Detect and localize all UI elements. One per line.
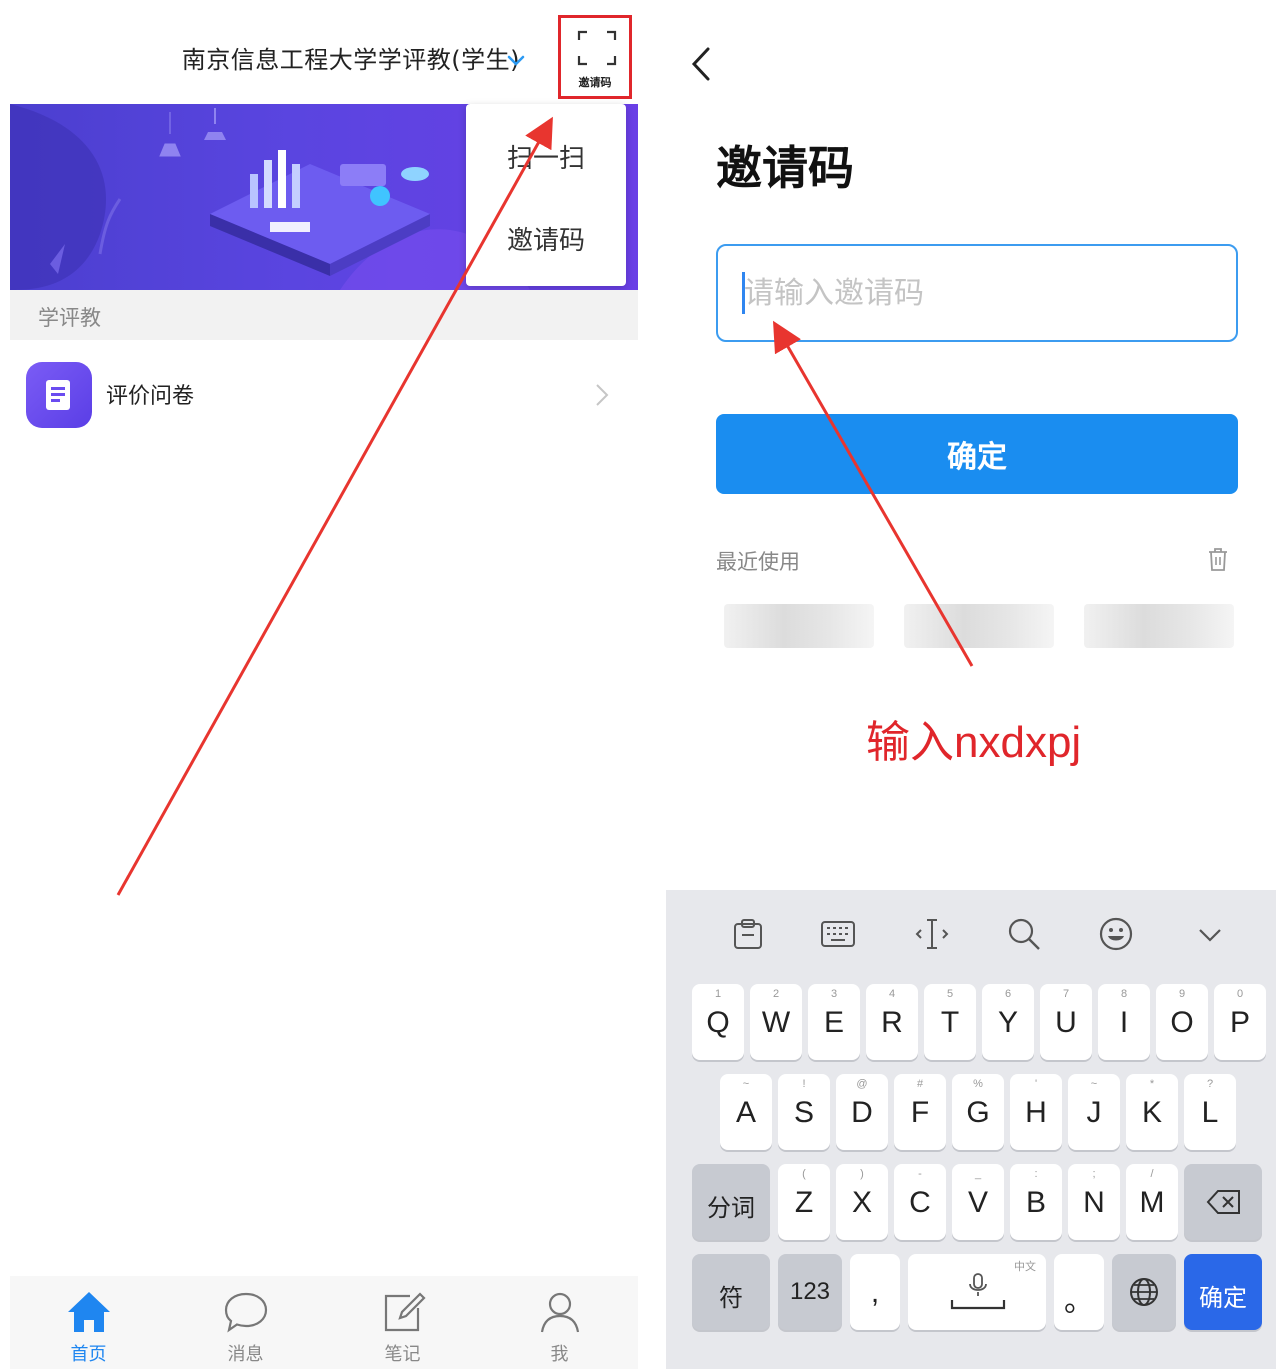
- home-icon: [68, 1292, 110, 1332]
- list-item[interactable]: [10, 340, 638, 446]
- chevron-down-icon[interactable]: [504, 48, 528, 72]
- recent-used-label: 最近使用: [716, 550, 800, 574]
- section-label: 学评教: [38, 306, 101, 330]
- recent-code-chip[interactable]: [1084, 604, 1234, 648]
- key-h[interactable]: ' H: [1010, 1074, 1062, 1150]
- invite-code-button[interactable]: 邀请码: [558, 15, 632, 99]
- key-split[interactable]: 分词: [692, 1164, 770, 1240]
- tab-label: 我: [550, 1344, 569, 1365]
- key-g[interactable]: % G: [952, 1074, 1004, 1150]
- confirm-button[interactable]: 确定: [716, 414, 1238, 494]
- key-backspace[interactable]: [1184, 1164, 1262, 1240]
- bottom-tab-bar: 首页 消息 笔记 我: [10, 1276, 638, 1369]
- key-u[interactable]: 7U: [1040, 984, 1092, 1060]
- tab-me[interactable]: 我: [481, 1276, 638, 1369]
- recent-code-chip[interactable]: [904, 604, 1054, 648]
- profile-icon: [540, 1292, 580, 1333]
- key-numeric[interactable]: 123: [778, 1254, 842, 1330]
- key-enter[interactable]: 确定: [1184, 1254, 1262, 1330]
- microphone-icon: [950, 1273, 1006, 1310]
- key-e[interactable]: 3E: [808, 984, 860, 1060]
- keyboard-layout-icon[interactable]: [820, 916, 856, 952]
- text-caret: [742, 272, 745, 314]
- page-title: 邀请码: [716, 141, 854, 195]
- key-d[interactable]: @ D: [836, 1074, 888, 1150]
- key-symbols[interactable]: 符: [692, 1254, 770, 1330]
- message-icon: [224, 1292, 268, 1333]
- key-l[interactable]: ? L: [1184, 1074, 1236, 1150]
- key-o[interactable]: 9O: [1156, 984, 1208, 1060]
- key-period[interactable]: 。: [1054, 1254, 1104, 1330]
- recent-code-chip[interactable]: [724, 604, 874, 648]
- key-b[interactable]: :B: [1010, 1164, 1062, 1240]
- search-icon[interactable]: [1006, 916, 1042, 952]
- key-v[interactable]: _ V: [952, 1164, 1004, 1240]
- key-comma[interactable]: ,: [850, 1254, 900, 1330]
- key-s[interactable]: ! S: [778, 1074, 830, 1150]
- key-n[interactable]: ; N: [1068, 1164, 1120, 1240]
- invite-button-label: 邀请码: [578, 76, 612, 89]
- key-k[interactable]: * K: [1126, 1074, 1178, 1150]
- tab-home[interactable]: 首页: [10, 1276, 167, 1369]
- key-c[interactable]: -C: [894, 1164, 946, 1240]
- key-language[interactable]: [1112, 1254, 1176, 1330]
- annotation-text: 输入nxdxpj: [866, 718, 1082, 767]
- key-i[interactable]: 8I: [1098, 984, 1150, 1060]
- key-y[interactable]: 6Y: [982, 984, 1034, 1060]
- key-q[interactable]: 1Q: [692, 984, 744, 1060]
- key-t[interactable]: 5T: [924, 984, 976, 1060]
- tab-label: 笔记: [384, 1344, 421, 1365]
- list-item-label: 评价问卷: [106, 384, 195, 409]
- questionnaire-icon: [26, 362, 92, 428]
- tab-messages[interactable]: 消息: [167, 1276, 324, 1369]
- emoji-icon[interactable]: [1098, 916, 1134, 952]
- section-header: [10, 290, 638, 340]
- key-m[interactable]: / M: [1126, 1164, 1178, 1240]
- key-z[interactable]: (Z: [778, 1164, 830, 1240]
- tab-label: 首页: [70, 1344, 107, 1365]
- key-p[interactable]: 0P: [1214, 984, 1266, 1060]
- clipboard-icon[interactable]: [730, 916, 766, 952]
- key-space[interactable]: 中文: [908, 1254, 1046, 1330]
- menu-item-invite-code[interactable]: 邀请码: [466, 220, 626, 257]
- soft-keyboard: 1Q 2W 3E 4R 5T 6Y 7U 8I 9O 0P ~ A ! S @ D #…: [666, 890, 1276, 1369]
- tab-label: 消息: [227, 1344, 264, 1365]
- trash-icon[interactable]: [1206, 546, 1230, 572]
- key-x[interactable]: ) X: [836, 1164, 888, 1240]
- key-f[interactable]: # F: [894, 1074, 946, 1150]
- note-icon: [384, 1292, 426, 1332]
- collapse-keyboard-icon[interactable]: [1192, 916, 1228, 952]
- right-phone-screen: 邀请码 确定 最近使用 输入nxdxpj: [666, 0, 1276, 1369]
- key-a[interactable]: ~ A: [720, 1074, 772, 1150]
- chevron-right-icon: [596, 384, 609, 406]
- back-arrow-icon[interactable]: [690, 46, 712, 82]
- globe-icon: [1130, 1278, 1158, 1306]
- key-j[interactable]: ~ J: [1068, 1074, 1120, 1150]
- page-title[interactable]: 南京信息工程大学学评教(学生): [10, 40, 520, 75]
- invite-code-input[interactable]: [716, 244, 1238, 342]
- dropdown-menu: 扫一扫 邀请码: [466, 104, 626, 286]
- tab-notes[interactable]: 笔记: [324, 1276, 481, 1369]
- scan-icon: [577, 30, 617, 66]
- key-w[interactable]: 2W: [750, 984, 802, 1060]
- left-phone-screen: 南京信息工程大学学评教(学生) 邀请码 扫一扫 邀请码 学评教 评价问卷 首页 …: [10, 0, 638, 1369]
- menu-item-scan[interactable]: 扫一扫: [466, 138, 626, 175]
- backspace-icon: [1206, 1190, 1240, 1214]
- top-header: 南京信息工程大学学评教(学生) 邀请码: [10, 0, 638, 104]
- cursor-move-icon[interactable]: [914, 916, 950, 952]
- key-r[interactable]: 4R: [866, 984, 918, 1060]
